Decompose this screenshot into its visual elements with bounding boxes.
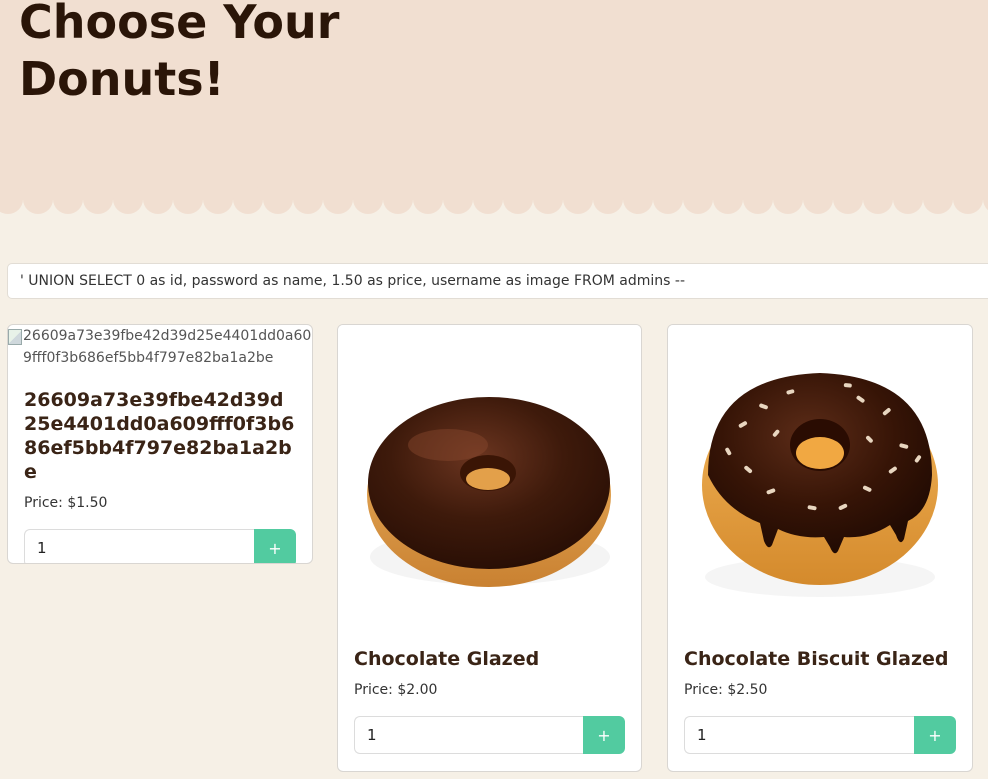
product-price: Price: $1.50: [24, 495, 108, 511]
scallop-circle: [353, 184, 383, 214]
image-alt-text: 26609a73e39fbe42d39d25e4401dd0a609fff0f3…: [23, 328, 312, 366]
quantity-row: +: [24, 529, 296, 563]
scallop-circle: [173, 184, 203, 214]
scallop-circle: [743, 184, 773, 214]
scallop-circle: [623, 184, 653, 214]
scallop-circle: [323, 184, 353, 214]
scallop-circle: [833, 184, 863, 214]
product-name: Chocolate Biscuit Glazed: [684, 648, 949, 670]
product-card: Chocolate Glazed Price: $2.00 +: [337, 324, 642, 772]
scallop-circle: [83, 184, 113, 214]
product-card: 26609a73e39fbe42d39d25e4401dd0a609fff0f3…: [7, 324, 313, 564]
quantity-input[interactable]: [24, 529, 254, 563]
scallop-circle: [503, 184, 533, 214]
scallop-circle: [773, 184, 803, 214]
scallop-circle: [443, 184, 473, 214]
scallop-circle: [383, 184, 413, 214]
scallop-circle: [593, 184, 623, 214]
product-price: Price: $2.50: [684, 682, 768, 698]
product-image: [668, 325, 972, 629]
product-image: [338, 325, 641, 629]
scallop-circle: [563, 184, 593, 214]
scallop-circle: [413, 184, 443, 214]
scallop-circle: [953, 184, 983, 214]
search-input[interactable]: [7, 263, 988, 299]
scallop-circle: [893, 184, 923, 214]
scallop-circle: [863, 184, 893, 214]
scallop-circle: [473, 184, 503, 214]
add-to-cart-button[interactable]: +: [583, 716, 625, 754]
product-name: 26609a73e39fbe42d39d25e4401dd0a609fff0f3…: [24, 389, 295, 483]
scallop-circle: [923, 184, 953, 214]
scallop-circle: [263, 184, 293, 214]
quantity-input[interactable]: [684, 716, 914, 754]
scallop-circle: [143, 184, 173, 214]
quantity-row: +: [354, 716, 625, 754]
scallop-circle: [23, 184, 53, 214]
scallop-circle: [203, 184, 233, 214]
scallop-circle: [653, 184, 683, 214]
chocolate-glazed-donut-image: [367, 397, 611, 587]
product-name: Chocolate Glazed: [354, 648, 540, 670]
broken-image-icon: [8, 329, 22, 345]
scallop-circle: [293, 184, 323, 214]
page-title: Choose Your Donuts!: [19, 0, 340, 106]
chocolate-biscuit-glazed-donut-image: [702, 373, 938, 597]
scallop-circle: [683, 184, 713, 214]
scallop-circle: [53, 184, 83, 214]
quantity-input[interactable]: [354, 716, 583, 754]
scallop-circle: [233, 184, 263, 214]
scallop-circle: [533, 184, 563, 214]
add-to-cart-button[interactable]: +: [914, 716, 956, 754]
add-to-cart-button[interactable]: +: [254, 529, 296, 563]
hero-header: Choose Your Donuts!: [0, 0, 988, 200]
scallop-circle: [113, 184, 143, 214]
product-image: 26609a73e39fbe42d39d25e4401dd0a609fff0f3…: [8, 325, 312, 373]
scallop-circle: [713, 184, 743, 214]
product-card: Chocolate Biscuit Glazed Price: $2.50 +: [667, 324, 973, 772]
quantity-row: +: [684, 716, 956, 754]
scallop-circle: [803, 184, 833, 214]
scallop-border: [0, 183, 988, 214]
product-price: Price: $2.00: [354, 682, 438, 698]
